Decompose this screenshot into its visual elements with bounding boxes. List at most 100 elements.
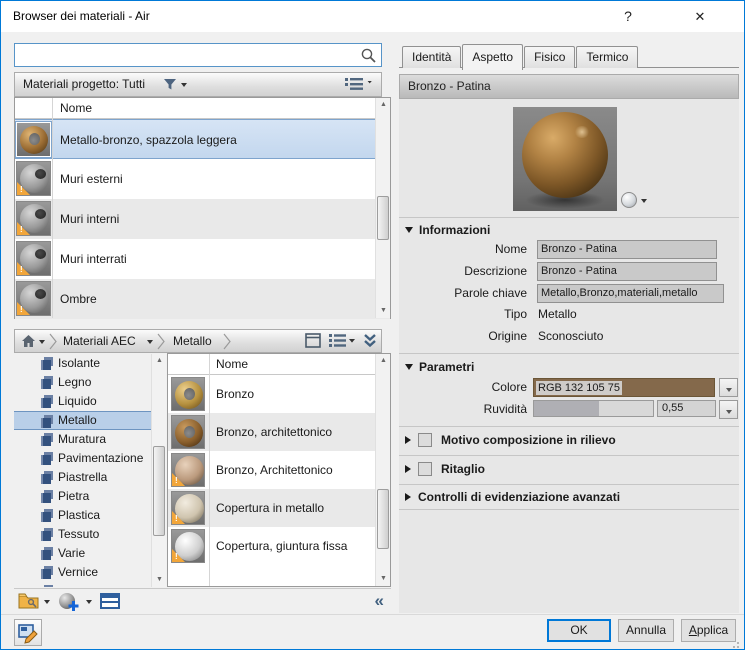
- project-materials-toolbar: Materiali progetto: Tutti: [14, 72, 382, 97]
- tree-item[interactable]: Pavimentazione: [14, 449, 151, 468]
- create-material-button[interactable]: [58, 592, 80, 612]
- filter-dropdown-arrow[interactable]: [181, 83, 187, 87]
- tree-item[interactable]: Vernice: [14, 563, 151, 582]
- tab-aspetto[interactable]: Aspetto: [462, 44, 524, 70]
- open-material-editor-button[interactable]: [100, 593, 120, 609]
- scroll-up-arrow[interactable]: ▲: [377, 354, 390, 368]
- cutout-checkbox[interactable]: [418, 462, 432, 476]
- material-thumbnail: !: [16, 241, 51, 276]
- scroll-up-arrow[interactable]: ▲: [377, 98, 390, 112]
- scrollbar-thumb[interactable]: [377, 196, 389, 240]
- type-value: Metallo: [538, 307, 577, 321]
- tree-item[interactable]: Pietra: [14, 487, 151, 506]
- breadcrumb-item-materiali-aec[interactable]: Materiali AEC: [63, 330, 136, 353]
- section-cutout[interactable]: Ritaglio: [405, 462, 485, 478]
- relief-checkbox[interactable]: [418, 433, 432, 447]
- color-dropdown-button[interactable]: [719, 378, 738, 397]
- roughness-slider[interactable]: [533, 400, 654, 417]
- material-thumbnail: !: [171, 491, 205, 525]
- close-button[interactable]: ✕: [683, 1, 717, 32]
- library-material-row[interactable]: Bronzo: [168, 375, 390, 413]
- description-label: Descrizione: [464, 264, 527, 278]
- description-field[interactable]: Bronzo - Patina: [537, 262, 717, 281]
- scroll-down-arrow[interactable]: ▼: [377, 304, 390, 318]
- name-column-header[interactable]: Nome: [216, 357, 248, 371]
- tree-item[interactable]: Legno: [14, 373, 151, 392]
- ok-button[interactable]: OK: [547, 619, 611, 642]
- panel-layout-icon[interactable]: [305, 333, 321, 348]
- material-row[interactable]: ! Muri interni: [15, 199, 390, 239]
- tree-scrollbar[interactable]: ▲ ▼: [151, 354, 166, 587]
- tree-item[interactable]: Liquido: [14, 392, 151, 411]
- tab-identita[interactable]: Identità: [402, 46, 462, 68]
- library-breadcrumb-bar: Materiali AEC Metallo: [14, 329, 382, 353]
- collapse-panel-icon[interactable]: «: [375, 591, 385, 611]
- material-row[interactable]: ! Ombre: [15, 279, 390, 319]
- project-filter-label[interactable]: Materiali progetto: Tutti: [23, 73, 145, 96]
- origin-value: Sconosciuto: [538, 329, 604, 343]
- expand-double-chevron-icon[interactable]: [363, 333, 377, 348]
- tree-item-selected[interactable]: Metallo: [14, 411, 151, 430]
- library-material-row[interactable]: Bronzo, architettonico: [168, 413, 390, 451]
- home-icon[interactable]: [21, 334, 36, 348]
- preview-scene-button[interactable]: [621, 192, 649, 210]
- name-column-header[interactable]: Nome: [60, 101, 92, 115]
- roughness-value[interactable]: 0,55: [657, 400, 716, 417]
- appearance-panel: Informazioni Nome Bronzo - Patina Descri…: [399, 99, 739, 613]
- collapsed-triangle-icon: [405, 465, 411, 473]
- keywords-field[interactable]: Metallo,Bronzo,materiali,metallo: [537, 284, 724, 303]
- manage-library-dropdown-arrow[interactable]: [44, 600, 50, 604]
- toggle-editor-button[interactable]: [14, 619, 42, 646]
- origin-label: Origine: [488, 329, 527, 343]
- library-toolbar: «: [14, 588, 391, 613]
- section-advanced-highlight[interactable]: Controlli di evidenziazione avanzati: [405, 490, 620, 506]
- scroll-up-arrow[interactable]: ▲: [153, 354, 166, 368]
- help-button[interactable]: ?: [611, 1, 645, 32]
- category-icon: [41, 415, 54, 428]
- scrollbar-thumb[interactable]: [153, 446, 165, 536]
- tab-fisico[interactable]: Fisico: [524, 46, 576, 68]
- filter-icon[interactable]: [163, 78, 177, 91]
- list-view-icon[interactable]: [329, 333, 355, 348]
- tree-item[interactable]: Plastica: [14, 506, 151, 525]
- section-informazioni[interactable]: Informazioni: [405, 223, 490, 237]
- tree-item[interactable]: Piastrella: [14, 468, 151, 487]
- sublist-scrollbar[interactable]: ▲ ▼: [375, 354, 390, 586]
- color-swatch[interactable]: RGB 132 105 75: [533, 378, 715, 397]
- project-materials-list: Nome Metallo-bronzo, spazzola leggera ! …: [14, 97, 391, 319]
- view-options-button[interactable]: [343, 75, 377, 94]
- material-name-header: Bronzo - Patina: [399, 74, 739, 99]
- breadcrumb-item-metallo[interactable]: Metallo: [173, 330, 212, 353]
- section-parametri[interactable]: Parametri: [405, 360, 474, 374]
- tree-item[interactable]: Muratura: [14, 430, 151, 449]
- scroll-down-arrow[interactable]: ▼: [377, 572, 390, 586]
- apply-button[interactable]: Applica: [681, 619, 736, 642]
- tree-item[interactable]: Tessuto: [14, 525, 151, 544]
- create-material-dropdown-arrow[interactable]: [86, 600, 92, 604]
- tree-item[interactable]: Isolante: [14, 354, 151, 373]
- tree-item[interactable]: Varie: [14, 544, 151, 563]
- library-material-row[interactable]: ! Bronzo, Architettonico: [168, 451, 390, 489]
- top-list-scrollbar[interactable]: ▲ ▼: [375, 98, 390, 318]
- section-relief-pattern[interactable]: Motivo composizione in rilievo: [405, 433, 616, 449]
- material-browser-dialog: Browser dei materiali - Air ? ✕ Material…: [0, 0, 745, 650]
- resize-grip[interactable]: [733, 640, 741, 648]
- tab-termico[interactable]: Termico: [576, 46, 639, 68]
- roughness-dropdown-button[interactable]: [719, 400, 738, 419]
- material-preview[interactable]: [513, 107, 617, 211]
- scrollbar-thumb[interactable]: [377, 489, 389, 549]
- home-dropdown-arrow[interactable]: [39, 340, 45, 344]
- library-material-row[interactable]: ! Copertura, giuntura fissa: [168, 527, 390, 565]
- cancel-button[interactable]: Annulla: [618, 619, 674, 642]
- tree-item-partial[interactable]: [14, 582, 151, 587]
- name-field[interactable]: Bronzo - Patina: [537, 240, 717, 259]
- material-row-selected[interactable]: Metallo-bronzo, spazzola leggera: [15, 119, 390, 159]
- material-row[interactable]: ! Muri interrati: [15, 239, 390, 279]
- breadcrumb-dropdown-arrow[interactable]: [147, 340, 153, 344]
- search-input[interactable]: [19, 45, 357, 65]
- scroll-down-arrow[interactable]: ▼: [153, 573, 166, 587]
- material-row[interactable]: ! Muri esterni: [15, 159, 390, 199]
- manage-library-button[interactable]: [18, 592, 40, 610]
- library-material-row[interactable]: ! Copertura in metallo: [168, 489, 390, 527]
- category-icon: [41, 528, 54, 541]
